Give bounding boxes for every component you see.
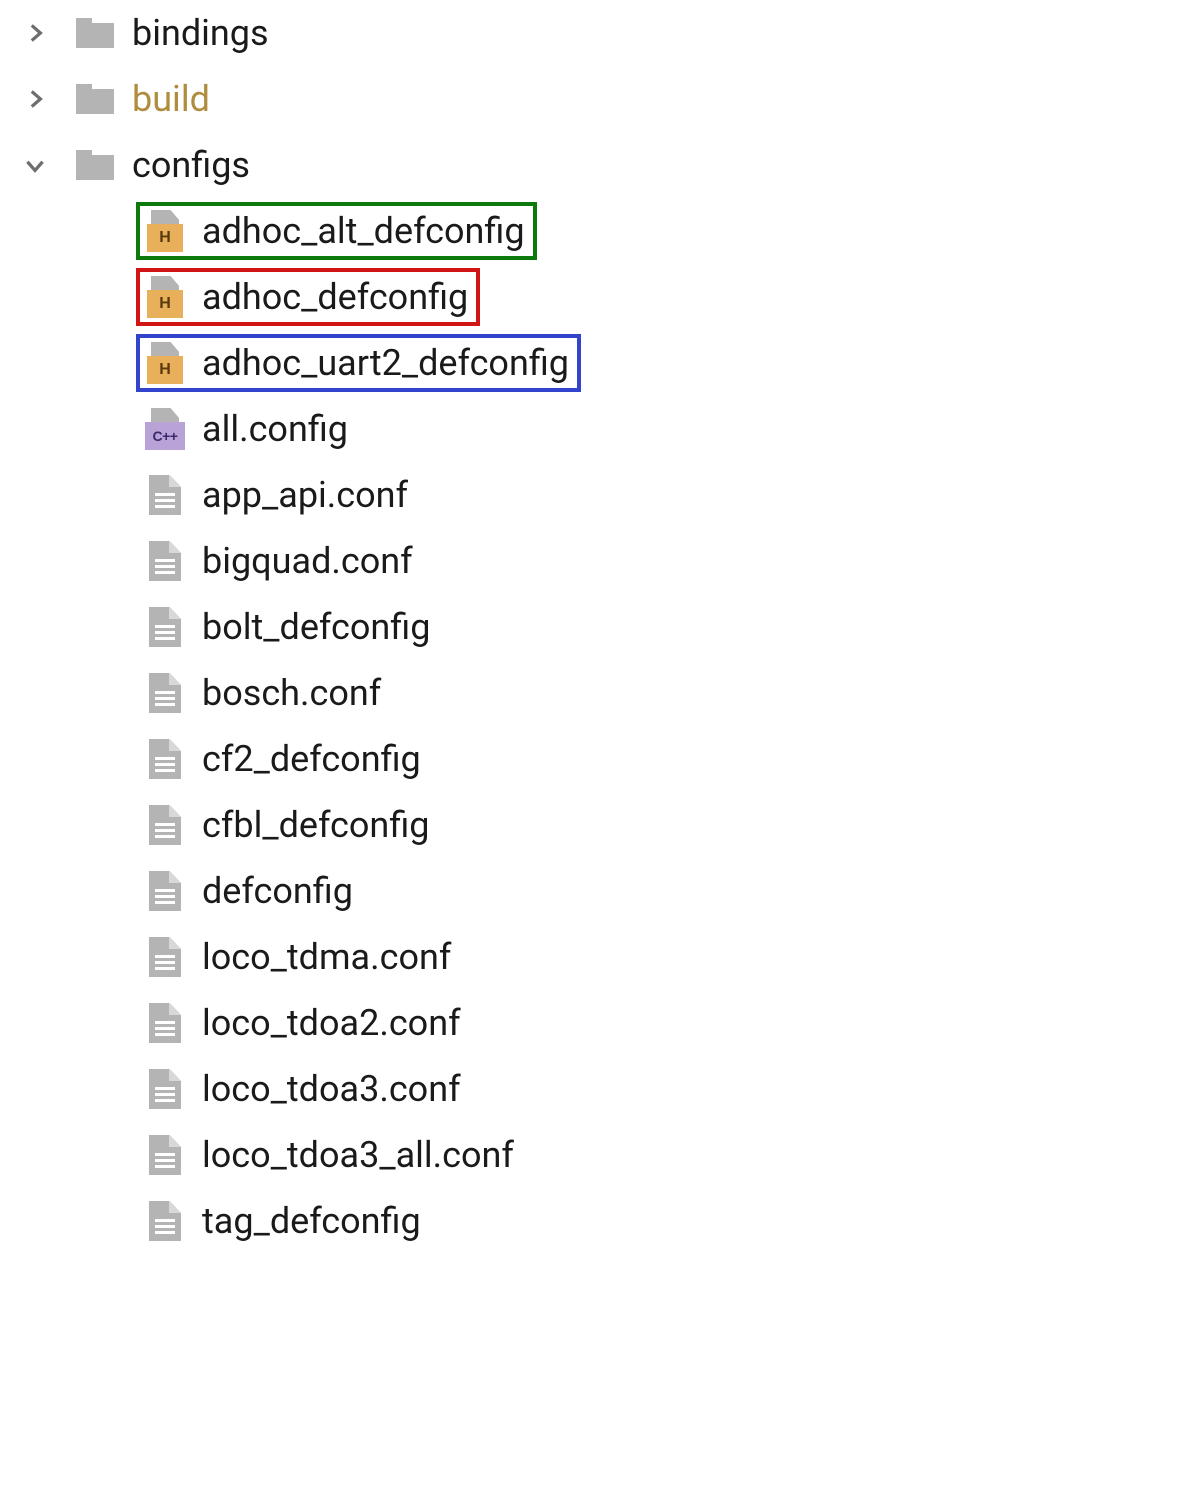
folder-label: bindings [130, 12, 269, 54]
file-label: loco_tdoa3_all.conf [200, 1134, 514, 1176]
tree-file[interactable]: H adhoc_alt_defconfig [0, 198, 1195, 264]
highlight-annotation-green: H adhoc_alt_defconfig [136, 202, 537, 260]
tree-file[interactable]: tag_defconfig [0, 1188, 1195, 1254]
file-label: bigquad.conf [200, 540, 413, 582]
tree-file[interactable]: bolt_defconfig [0, 594, 1195, 660]
tree-folder-configs[interactable]: configs [0, 132, 1195, 198]
tree-file[interactable]: cf2_defconfig [0, 726, 1195, 792]
tree-folder-build[interactable]: build [0, 66, 1195, 132]
chevron-right-icon[interactable] [0, 86, 70, 112]
conf-file-icon [140, 937, 190, 977]
cpp-file-icon: C++ [140, 408, 190, 450]
tree-file[interactable]: loco_tdoa2.conf [0, 990, 1195, 1056]
file-tree: bindings build configs H adhoc_alt_defco… [0, 0, 1195, 1254]
conf-file-icon [140, 1135, 190, 1175]
tree-file[interactable]: app_api.conf [0, 462, 1195, 528]
tree-file[interactable]: loco_tdma.conf [0, 924, 1195, 990]
conf-file-icon [140, 871, 190, 911]
conf-file-icon [140, 607, 190, 647]
folder-label: configs [130, 144, 250, 186]
conf-file-icon [140, 673, 190, 713]
file-label: bosch.conf [200, 672, 381, 714]
file-label: adhoc_defconfig [200, 276, 468, 318]
highlight-annotation-red: H adhoc_defconfig [136, 268, 480, 326]
file-label: tag_defconfig [200, 1200, 421, 1242]
file-label: adhoc_alt_defconfig [200, 210, 525, 252]
folder-icon [70, 84, 120, 114]
conf-file-icon [140, 541, 190, 581]
tree-file[interactable]: bigquad.conf [0, 528, 1195, 594]
file-label: app_api.conf [200, 474, 408, 516]
tree-file[interactable]: cfbl_defconfig [0, 792, 1195, 858]
conf-file-icon [140, 1003, 190, 1043]
tree-file[interactable]: H adhoc_defconfig [0, 264, 1195, 330]
header-file-icon: H [140, 342, 190, 384]
tree-file[interactable]: H adhoc_uart2_defconfig [0, 330, 1195, 396]
conf-file-icon [140, 1201, 190, 1241]
file-label: loco_tdma.conf [200, 936, 451, 978]
file-label: loco_tdoa2.conf [200, 1002, 461, 1044]
file-label: adhoc_uart2_defconfig [200, 342, 569, 384]
header-file-icon: H [140, 276, 190, 318]
file-label: cf2_defconfig [200, 738, 421, 780]
tree-file[interactable]: loco_tdoa3_all.conf [0, 1122, 1195, 1188]
chevron-right-icon[interactable] [0, 20, 70, 46]
conf-file-icon [140, 1069, 190, 1109]
file-label: loco_tdoa3.conf [200, 1068, 461, 1110]
folder-icon [70, 150, 120, 180]
conf-file-icon [140, 739, 190, 779]
tree-file[interactable]: loco_tdoa3.conf [0, 1056, 1195, 1122]
header-file-icon: H [140, 210, 190, 252]
file-label: cfbl_defconfig [200, 804, 429, 846]
tree-file[interactable]: defconfig [0, 858, 1195, 924]
conf-file-icon [140, 805, 190, 845]
tree-folder-bindings[interactable]: bindings [0, 0, 1195, 66]
file-label: all.config [200, 408, 348, 450]
folder-label: build [130, 78, 210, 120]
file-label: bolt_defconfig [200, 606, 430, 648]
file-label: defconfig [200, 870, 353, 912]
chevron-down-icon[interactable] [0, 152, 70, 178]
tree-file[interactable]: bosch.conf [0, 660, 1195, 726]
tree-file[interactable]: C++ all.config [0, 396, 1195, 462]
folder-icon [70, 18, 120, 48]
conf-file-icon [140, 475, 190, 515]
highlight-annotation-blue: H adhoc_uart2_defconfig [136, 334, 581, 392]
